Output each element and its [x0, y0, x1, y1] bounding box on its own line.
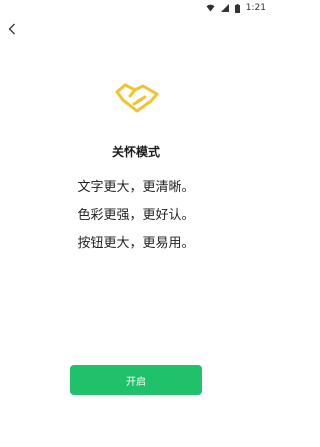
status-time: 1:21	[245, 3, 266, 13]
wifi-icon	[206, 4, 215, 12]
page-title: 关怀模式	[111, 145, 160, 159]
chevron-left-icon	[8, 23, 15, 35]
feature-buttons: 按钮更大，更易用。	[77, 236, 195, 251]
handshake-icon	[115, 83, 159, 113]
feature-text: 文字更大，更清晰。	[77, 180, 195, 195]
signal-icon	[220, 4, 229, 12]
back-button[interactable]	[4, 20, 20, 38]
enable-button-label: 开启	[126, 376, 146, 388]
battery-icon	[234, 3, 240, 13]
feature-color: 色彩更强，更好认。	[77, 208, 195, 223]
enable-button[interactable]: 开启	[70, 365, 202, 395]
status-bar: 1:21	[0, 0, 272, 16]
feature-list: 文字更大，更清晰。 色彩更强，更好认。 按钮更大，更易用。	[0, 174, 272, 258]
